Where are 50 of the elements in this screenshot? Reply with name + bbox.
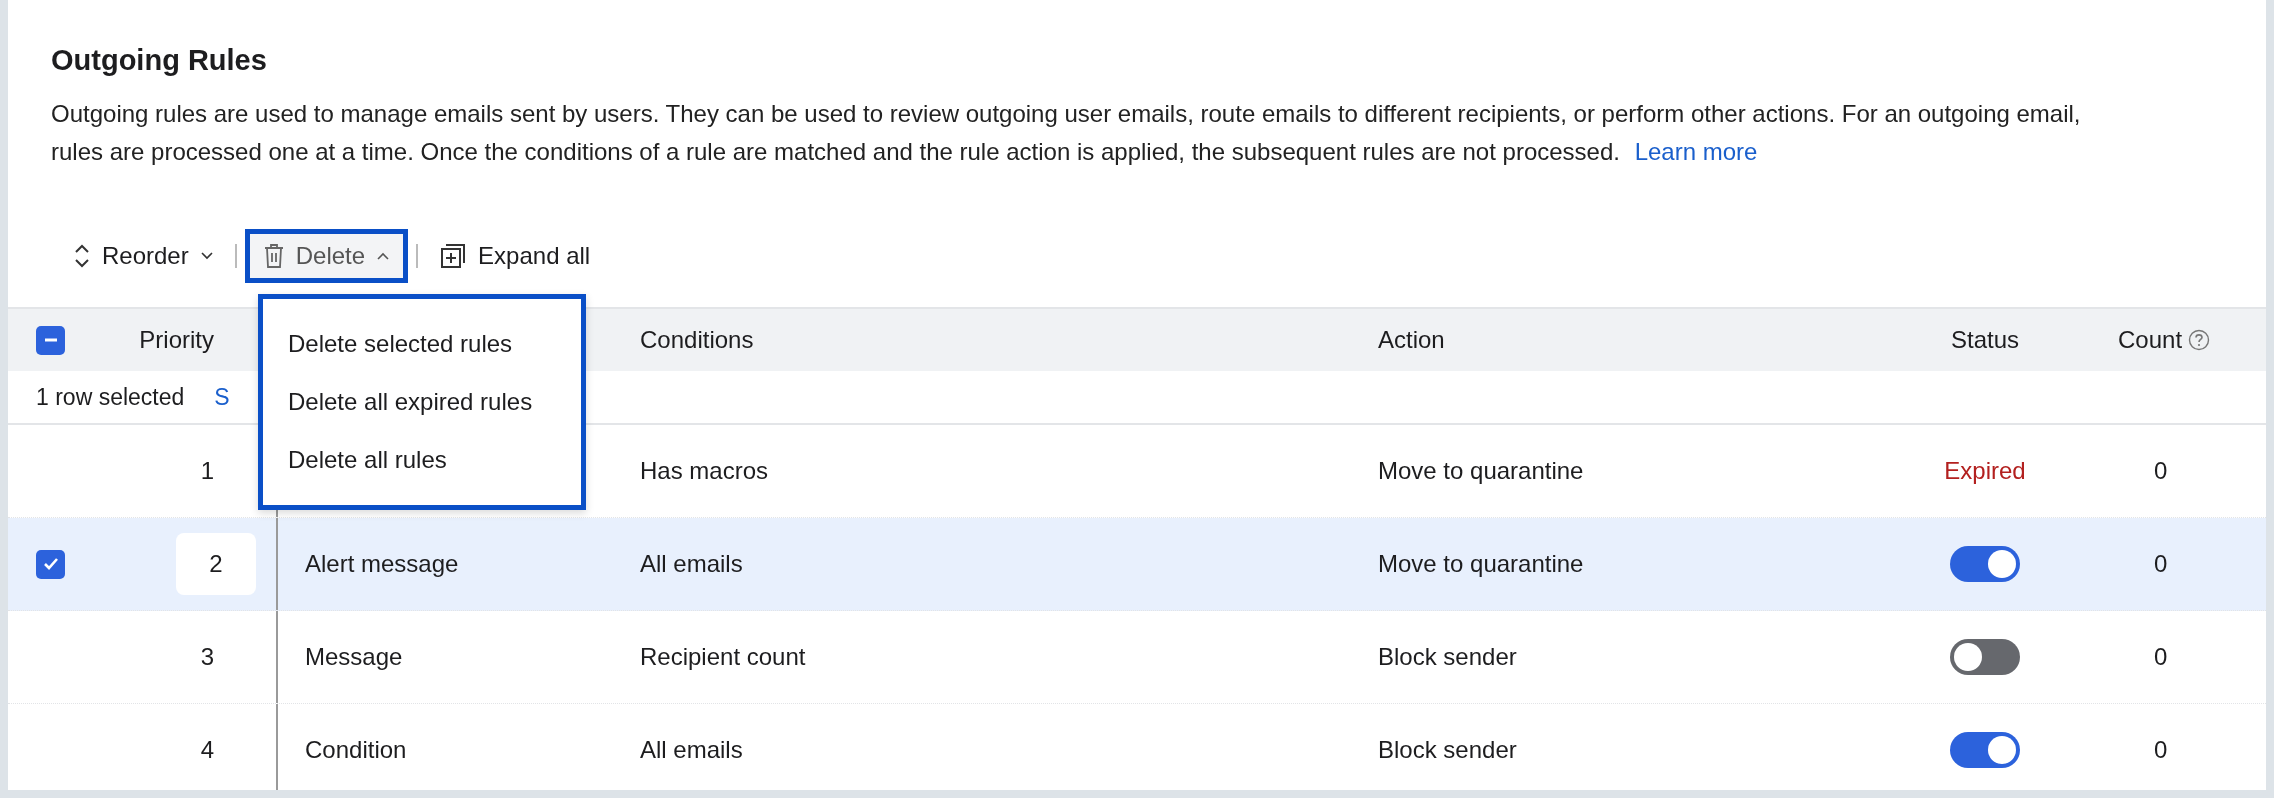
count-value: 0 <box>2154 643 2168 671</box>
row-checkbox[interactable] <box>36 549 65 579</box>
learn-more-link[interactable]: Learn more <box>1634 138 1758 165</box>
expand-all-button[interactable]: Expand all <box>426 229 605 283</box>
expand-box-icon <box>440 243 467 269</box>
count-value: 0 <box>2154 550 2168 578</box>
column-header: Conditions <box>640 326 754 353</box>
status-toggle[interactable] <box>1950 732 2020 768</box>
column-header: Status <box>1950 326 2019 354</box>
description-text: Outgoing rules are used to manage emails sent by users. They can be used to review outgoing user emails, route emails to different recipients, or perform other actions. For an outgoing email, rules are processed one at a time. Once the conditions of a rule are matched and the rule action is applied, the subsequent rules are not processed. Learn more <box>51 99 2081 167</box>
priority-number: 3 <box>200 643 214 671</box>
action-text: Block sender <box>1378 736 1517 763</box>
selection-count: 1 row selected <box>36 383 185 411</box>
page-title: Outgoing Rules <box>51 44 268 77</box>
select-all-checkbox[interactable] <box>36 325 65 355</box>
sort-arrows-icon <box>74 243 90 269</box>
count-value: 0 <box>2154 457 2168 485</box>
column-header: Action <box>1378 326 1445 353</box>
column-header: Priority <box>139 326 214 354</box>
condition-text: Recipient count <box>640 643 806 670</box>
chevron-down-icon <box>200 252 213 260</box>
rule-name: Alert message <box>305 550 459 578</box>
table-row[interactable]: 2 Alert message All emails Move to quarantine 0 <box>8 518 2266 611</box>
condition-text: Has macros <box>640 457 769 484</box>
condition-text: All emails <box>640 736 743 763</box>
priority-number: 1 <box>200 457 214 485</box>
rule-name: Message <box>305 643 403 671</box>
condition-text: All emails <box>640 550 743 577</box>
trash-icon <box>263 243 284 269</box>
action-text: Move to quarantine <box>1378 550 1584 577</box>
rule-name: Condition <box>305 736 407 764</box>
priority-number: 4 <box>200 736 214 764</box>
table-row[interactable]: 4 Condition All emails Block sender 0 <box>8 704 2266 790</box>
menu-item[interactable]: Delete all rules <box>263 431 581 489</box>
menu-item[interactable]: Delete selected rules <box>263 315 581 373</box>
priority-field[interactable]: 2 <box>176 533 256 595</box>
column-header: Count <box>2118 326 2183 354</box>
help-icon <box>2188 329 2211 351</box>
reorder-button[interactable]: Reorder <box>60 229 227 283</box>
status-toggle[interactable] <box>1950 546 2020 582</box>
status-label: Expired <box>1944 457 2026 485</box>
chevron-up-icon <box>377 252 390 260</box>
action-text: Block sender <box>1378 643 1517 670</box>
action-text: Move to quarantine <box>1378 457 1584 484</box>
status-toggle[interactable] <box>1950 639 2020 675</box>
table-row[interactable]: 3 Message Recipient count Block sender 0 <box>8 611 2266 704</box>
select-link[interactable]: S <box>214 383 230 411</box>
count-value: 0 <box>2154 736 2168 764</box>
delete-button[interactable]: Delete <box>244 229 409 283</box>
check-icon <box>42 556 59 572</box>
